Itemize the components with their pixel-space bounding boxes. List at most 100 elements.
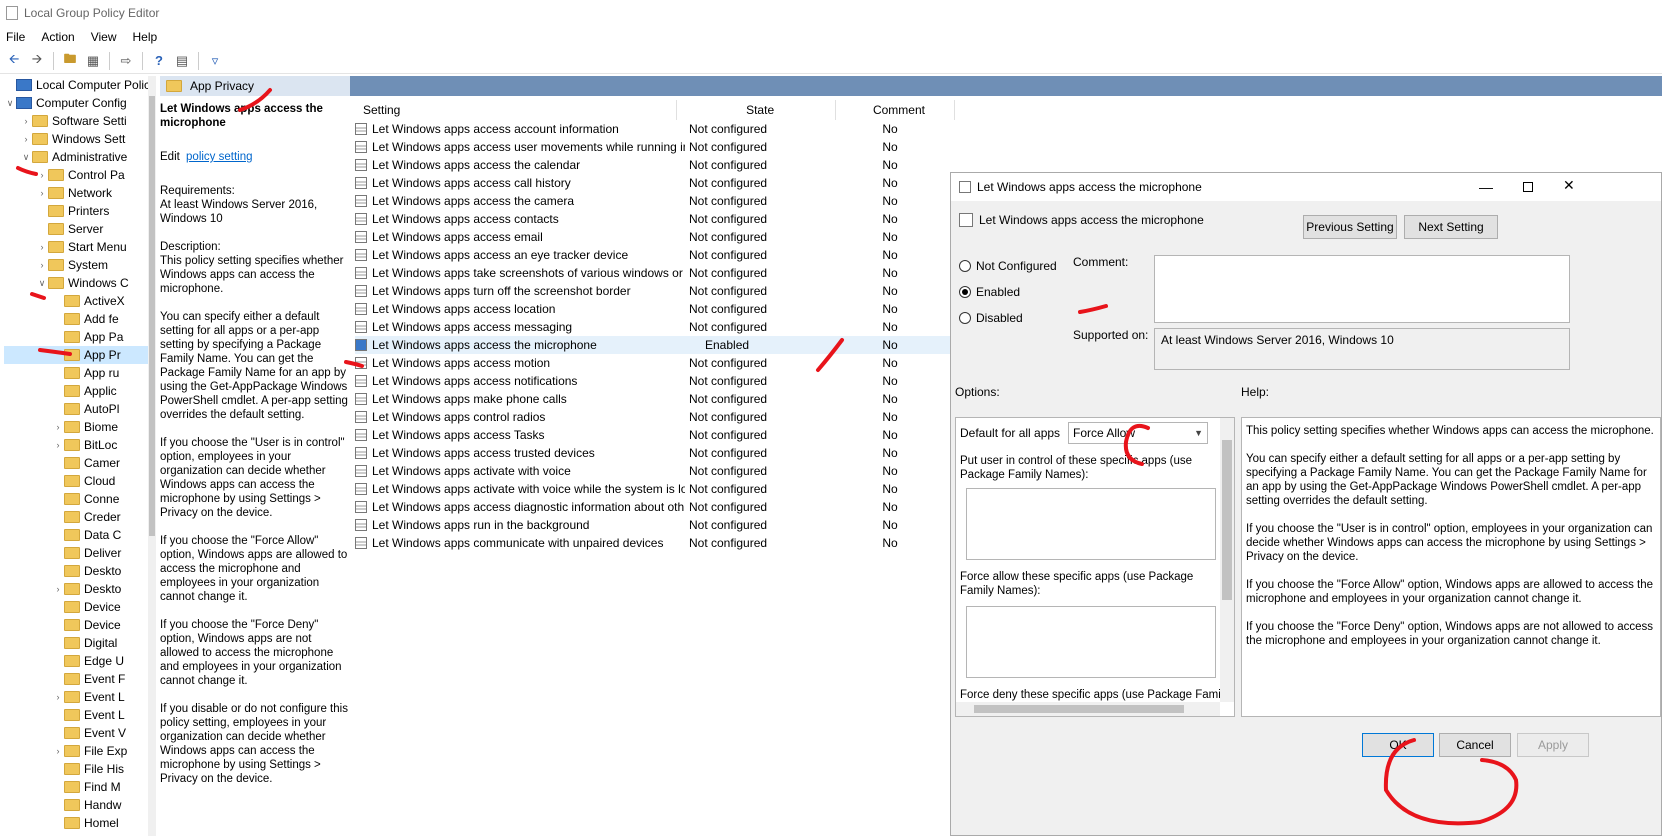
menu-file[interactable]: File: [6, 30, 25, 44]
apply-button[interactable]: Apply: [1517, 733, 1589, 757]
tree-item[interactable]: › System: [4, 256, 155, 274]
tree-item[interactable]: File His: [4, 760, 155, 778]
edit-policy-link[interactable]: policy setting: [186, 151, 252, 163]
tree-scrollbar-thumb[interactable]: [149, 96, 155, 536]
policy-row[interactable]: Let Windows apps run in the background No…: [355, 516, 950, 534]
policy-row[interactable]: Let Windows apps access the camera Not co…: [355, 192, 950, 210]
force-allow-textbox[interactable]: [966, 606, 1216, 678]
tree-item[interactable]: App Pr: [4, 346, 155, 364]
ok-button[interactable]: OK: [1362, 733, 1434, 757]
chevron-right-icon[interactable]: ›: [20, 134, 32, 144]
policy-row[interactable]: Let Windows apps take screenshots of var…: [355, 264, 950, 282]
tree-item[interactable]: › File Exp: [4, 742, 155, 760]
filter-icon[interactable]: ▿: [205, 51, 225, 71]
tree-item[interactable]: ∨ Computer Config: [4, 94, 155, 112]
tree-item[interactable]: Server: [4, 220, 155, 238]
tree-item[interactable]: › Event L: [4, 688, 155, 706]
tree-item[interactable]: ∨ Administrative: [4, 148, 155, 166]
tree-item[interactable]: Data C: [4, 526, 155, 544]
policy-row[interactable]: Let Windows apps communicate with unpair…: [355, 534, 950, 552]
forward-icon[interactable]: 🡪: [27, 51, 47, 71]
policy-row[interactable]: Let Windows apps control radios Not confi…: [355, 408, 950, 426]
back-icon[interactable]: 🡨: [4, 51, 24, 71]
help-icon[interactable]: ?: [149, 51, 169, 71]
tree-item[interactable]: › Start Menu: [4, 238, 155, 256]
chevron-down-icon[interactable]: ∨: [36, 278, 48, 289]
menu-view[interactable]: View: [91, 30, 117, 44]
chevron-right-icon[interactable]: ›: [36, 242, 48, 252]
policy-row[interactable]: Let Windows apps activate with voice Not …: [355, 462, 950, 480]
policy-row[interactable]: Let Windows apps access account informat…: [355, 120, 950, 138]
tree-item[interactable]: › BitLoc: [4, 436, 155, 454]
options-hscrollbar[interactable]: [956, 702, 1220, 716]
tree-item[interactable]: Cloud: [4, 472, 155, 490]
tree-item[interactable]: Event L: [4, 706, 155, 724]
policy-row[interactable]: Let Windows apps access call history Not …: [355, 174, 950, 192]
policy-row[interactable]: Let Windows apps access email Not configu…: [355, 228, 950, 246]
tree-item[interactable]: Device: [4, 598, 155, 616]
properties-icon[interactable]: ▤: [172, 51, 192, 71]
options-scrollbar-thumb[interactable]: [1222, 440, 1232, 600]
tree-item[interactable]: Event F: [4, 670, 155, 688]
policy-row[interactable]: Let Windows apps access the microphone En…: [355, 336, 950, 354]
policy-row[interactable]: Let Windows apps access an eye tracker d…: [355, 246, 950, 264]
radio-enabled[interactable]: Enabled: [959, 285, 1020, 299]
tree-item[interactable]: Conne: [4, 490, 155, 508]
tree-item[interactable]: Printers: [4, 202, 155, 220]
chevron-right-icon[interactable]: ›: [52, 692, 64, 702]
tree-item[interactable]: › Windows Sett: [4, 130, 155, 148]
minimize-icon[interactable]: —: [1479, 179, 1495, 195]
policy-row[interactable]: Let Windows apps access motion Not config…: [355, 354, 950, 372]
tree-item[interactable]: Homel: [4, 814, 155, 832]
tree-item[interactable]: Edge U: [4, 652, 155, 670]
tree-item[interactable]: Device: [4, 616, 155, 634]
tree-item[interactable]: ∨ Windows C: [4, 274, 155, 292]
chevron-right-icon[interactable]: ›: [36, 170, 48, 180]
chevron-right-icon[interactable]: ›: [20, 116, 32, 126]
column-header-state[interactable]: State: [677, 100, 836, 120]
policy-row[interactable]: Let Windows apps make phone calls Not con…: [355, 390, 950, 408]
tree-item[interactable]: Handw: [4, 796, 155, 814]
policy-row[interactable]: Let Windows apps turn off the screenshot…: [355, 282, 950, 300]
comment-field[interactable]: [1154, 255, 1570, 323]
policy-row[interactable]: Let Windows apps access the calendar Not …: [355, 156, 950, 174]
tree-item[interactable]: Deskto: [4, 562, 155, 580]
menu-help[interactable]: Help: [133, 30, 158, 44]
tree-item[interactable]: › Deskto: [4, 580, 155, 598]
tree-item[interactable]: Camer: [4, 454, 155, 472]
policy-row[interactable]: Let Windows apps access messaging Not con…: [355, 318, 950, 336]
close-icon[interactable]: ✕: [1563, 177, 1575, 194]
policy-row[interactable]: Let Windows apps access user movements w…: [355, 138, 950, 156]
policy-row[interactable]: Let Windows apps access contacts Not conf…: [355, 210, 950, 228]
next-setting-button[interactable]: Next Setting: [1404, 215, 1498, 239]
options-vscrollbar[interactable]: [1220, 418, 1234, 702]
chevron-right-icon[interactable]: ›: [52, 440, 64, 450]
policy-row[interactable]: Let Windows apps access location Not conf…: [355, 300, 950, 318]
tree-item[interactable]: › Network: [4, 184, 155, 202]
radio-circle-checked[interactable]: [959, 286, 971, 298]
tree-item[interactable]: › Control Pa: [4, 166, 155, 184]
tree-item[interactable]: Applic: [4, 382, 155, 400]
policy-row[interactable]: Let Windows apps activate with voice whi…: [355, 480, 950, 498]
tree-item[interactable]: Digital: [4, 634, 155, 652]
tree-item[interactable]: App ru: [4, 364, 155, 382]
maximize-icon[interactable]: [1523, 182, 1533, 192]
tree-item[interactable]: Event V: [4, 724, 155, 742]
column-header-comment[interactable]: Comment: [836, 100, 955, 120]
tree-item[interactable]: Local Computer Polic: [4, 76, 155, 94]
policy-row[interactable]: Let Windows apps access diagnostic infor…: [355, 498, 950, 516]
tree-item[interactable]: Creder: [4, 508, 155, 526]
chevron-down-icon[interactable]: ∨: [20, 152, 32, 163]
default-for-all-apps-dropdown[interactable]: Force Allow ▼: [1068, 422, 1208, 444]
tree-item[interactable]: Add fe: [4, 310, 155, 328]
put-user-textbox[interactable]: [966, 488, 1216, 560]
chevron-right-icon[interactable]: ›: [52, 584, 64, 594]
tree-item[interactable]: Find M: [4, 778, 155, 796]
radio-disabled[interactable]: Disabled: [959, 311, 1023, 325]
radio-not-configured[interactable]: Not Configured: [959, 259, 1057, 273]
tree-item[interactable]: › Software Setti: [4, 112, 155, 130]
tree-item[interactable]: › Biome: [4, 418, 155, 436]
tree-item[interactable]: Deliver: [4, 544, 155, 562]
tree-item[interactable]: ActiveX: [4, 292, 155, 310]
tree-item[interactable]: AutoPl: [4, 400, 155, 418]
